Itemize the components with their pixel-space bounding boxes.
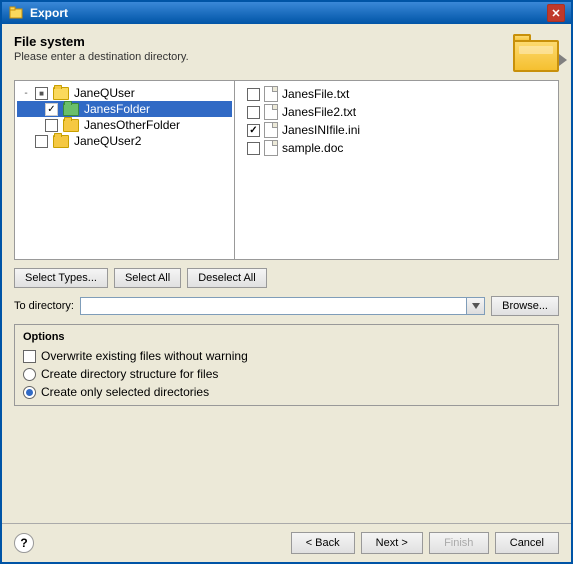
folder-janesotherfolder — [63, 119, 79, 132]
tree-item-janequser[interactable]: - JaneQUser — [17, 85, 232, 101]
checkbox-janesfolder[interactable] — [45, 103, 58, 116]
header-text: File system Please enter a destination d… — [14, 34, 189, 63]
file-item-janesinifile[interactable]: JanesINIfile.ini — [243, 121, 556, 139]
cancel-button[interactable]: Cancel — [495, 532, 559, 554]
filename-janesfile2: JanesFile2.txt — [282, 105, 356, 119]
footer: ? < Back Next > Finish Cancel — [2, 523, 571, 562]
back-button[interactable]: < Back — [291, 532, 355, 554]
export-dialog: Export ✕ File system Please enter a dest… — [0, 0, 573, 564]
checkbox-janesfile[interactable] — [247, 88, 260, 101]
page-subtitle: Please enter a destination directory. — [14, 51, 189, 63]
options-section: Options Overwrite existing files without… — [14, 324, 559, 406]
checkbox-janequser2[interactable] — [35, 135, 48, 148]
file-list[interactable]: JanesFile.txt JanesFile2.txt JanesINIfil… — [241, 81, 558, 259]
header-section: File system Please enter a destination d… — [14, 34, 559, 72]
folder-body — [513, 40, 559, 72]
file-icon-janesfile2 — [264, 104, 278, 120]
file-icon-janesfile — [264, 86, 278, 102]
radio-create-dir-structure[interactable] — [23, 368, 36, 381]
folder-tree[interactable]: - JaneQUser JanesFolder JanesOtherFolder — [15, 81, 235, 259]
select-all-button[interactable]: Select All — [114, 268, 181, 288]
folder-arrow — [559, 54, 567, 66]
folder-janesfolder — [63, 103, 79, 116]
window-icon — [8, 5, 24, 21]
filename-janesinifile: JanesINIfile.ini — [282, 123, 360, 137]
file-item-janesfile2[interactable]: JanesFile2.txt — [243, 103, 556, 121]
directory-label: To directory: — [14, 300, 74, 312]
label-janesotherfolder: JanesOtherFolder — [84, 118, 180, 132]
tree-item-janesotherfolder[interactable]: JanesOtherFolder — [17, 117, 232, 133]
checkbox-janesfile2[interactable] — [247, 106, 260, 119]
directory-dropdown-button[interactable] — [466, 298, 484, 314]
window-title: Export — [30, 6, 541, 20]
filename-janesfile: JanesFile.txt — [282, 87, 349, 101]
folder-icon-large — [513, 34, 559, 72]
label-create-dir-structure: Create directory structure for files — [41, 367, 218, 381]
page-title: File system — [14, 34, 189, 49]
folder-shine — [519, 46, 553, 54]
close-button[interactable]: ✕ — [547, 4, 565, 22]
browse-button[interactable]: Browse... — [491, 296, 559, 316]
folder-janequser — [53, 87, 69, 100]
select-types-button[interactable]: Select Types... — [14, 268, 108, 288]
file-item-sampledoc[interactable]: sample.doc — [243, 139, 556, 157]
directory-row: To directory: Browse... — [14, 296, 559, 316]
titlebar: Export ✕ — [2, 2, 571, 24]
file-icon-janesinifile — [264, 122, 278, 138]
toggle-janequser[interactable]: - — [19, 86, 33, 100]
directory-input[interactable] — [81, 298, 466, 314]
tree-item-janesfolder[interactable]: JanesFolder — [17, 101, 232, 117]
directory-input-wrapper — [80, 297, 485, 315]
main-panels: - JaneQUser JanesFolder JanesOtherFolder — [14, 80, 559, 260]
next-button[interactable]: Next > — [361, 532, 423, 554]
option-create-selected-dirs[interactable]: Create only selected directories — [23, 385, 550, 399]
action-buttons: Select Types... Select All Deselect All — [14, 268, 559, 288]
radio-create-selected-dirs[interactable] — [23, 386, 36, 399]
label-janesfolder: JanesFolder — [84, 102, 150, 116]
option-overwrite[interactable]: Overwrite existing files without warning — [23, 349, 550, 363]
checkbox-overwrite[interactable] — [23, 350, 36, 363]
label-janequser: JaneQUser — [74, 86, 135, 100]
label-overwrite: Overwrite existing files without warning — [41, 349, 248, 363]
checkbox-janesinifile[interactable] — [247, 124, 260, 137]
options-title: Options — [23, 331, 550, 343]
checkbox-janequser[interactable] — [35, 87, 48, 100]
filename-sampledoc: sample.doc — [282, 141, 343, 155]
file-icon-sampledoc — [264, 140, 278, 156]
checkbox-sampledoc[interactable] — [247, 142, 260, 155]
file-item-janesfile[interactable]: JanesFile.txt — [243, 85, 556, 103]
folder-janequser2 — [53, 135, 69, 148]
finish-button[interactable]: Finish — [429, 532, 489, 554]
dialog-content: File system Please enter a destination d… — [2, 24, 571, 523]
label-create-selected-dirs: Create only selected directories — [41, 385, 209, 399]
tree-item-janequser2[interactable]: + JaneQUser2 — [17, 133, 232, 149]
option-create-dir-structure[interactable]: Create directory structure for files — [23, 367, 550, 381]
deselect-all-button[interactable]: Deselect All — [187, 268, 266, 288]
checkbox-janesotherfolder[interactable] — [45, 119, 58, 132]
help-button[interactable]: ? — [14, 533, 34, 553]
label-janequser2: JaneQUser2 — [74, 134, 141, 148]
